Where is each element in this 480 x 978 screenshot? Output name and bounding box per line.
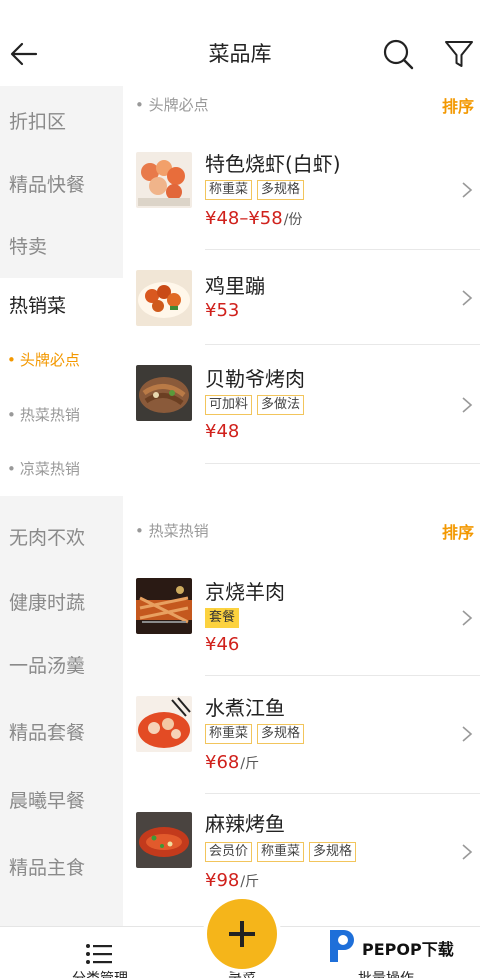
price-unit: /份 — [283, 212, 303, 228]
sidebar-item-fast-meal[interactable]: 精品快餐 — [0, 154, 123, 216]
sidebar-sub-hot-dishes[interactable]: • 热菜热销 — [0, 388, 123, 442]
tag-badge: 称重菜 — [257, 842, 305, 862]
dish-tags: 可加料 多做法 — [205, 395, 305, 415]
tag-badge: 会员价 — [205, 842, 253, 862]
price-unit: /斤 — [240, 874, 260, 890]
dish-row[interactable]: 贝勒爷烤肉 可加料 多做法 ¥48 — [123, 345, 480, 464]
tag-badge: 称重菜 — [205, 724, 253, 744]
tag-badge: 多规格 — [257, 724, 305, 744]
dish-price: ¥53 — [205, 300, 239, 321]
price-value: ¥48 — [205, 421, 240, 442]
plus-icon-vertical — [240, 921, 244, 947]
watermark-text: PEPOP下载 — [362, 940, 454, 959]
header: 菜品库 — [0, 0, 480, 86]
price-unit: /斤 — [240, 756, 260, 772]
bullet-dot: • — [7, 351, 16, 369]
price-value: ¥53 — [205, 300, 240, 321]
tag-badge: 可加料 — [205, 395, 253, 415]
list-icon[interactable] — [86, 943, 112, 965]
tag-badge: 套餐 — [205, 608, 240, 628]
chevron-right-icon — [462, 397, 473, 413]
watermark-logo-icon — [330, 930, 354, 962]
chevron-right-icon — [462, 290, 473, 306]
dish-list: • 头牌必点 排序 特色烧虾(白虾) 称重菜 多规格 ¥48–¥58/份 鸡里蹦… — [123, 86, 480, 926]
chevron-right-icon — [462, 610, 473, 626]
price-value: ¥98 — [205, 870, 240, 891]
dish-name: 鸡里蹦 — [205, 274, 265, 298]
batch-operation-button[interactable]: 批量操作 — [358, 968, 414, 978]
dish-name: 特色烧虾(白虾) — [205, 152, 341, 176]
sidebar-item-breakfast[interactable]: 晨曦早餐 — [0, 768, 123, 834]
divider — [205, 463, 480, 464]
dish-tags: 称重菜 多规格 — [205, 724, 305, 744]
bullet-dot: • — [7, 460, 16, 478]
dish-tags: 会员价 称重菜 多规格 — [205, 842, 357, 862]
dish-row[interactable]: 麻辣烤鱼 会员价 称重菜 多规格 ¥98/斤 — [123, 794, 480, 912]
dish-photo — [136, 696, 192, 752]
section-header: • 头牌必点 排序 — [123, 86, 480, 122]
dish-row[interactable]: 水煮江鱼 称重菜 多规格 ¥68/斤 — [123, 676, 480, 794]
dish-row[interactable]: 鸡里蹦 ¥53 — [123, 250, 480, 345]
dish-tags: 套餐 — [205, 608, 240, 628]
sidebar-sub-label: 头牌必点 — [19, 351, 80, 369]
sidebar-item-special-sale[interactable]: 特卖 — [0, 216, 123, 278]
add-dish-button[interactable] — [207, 899, 277, 969]
category-sidebar: 折扣区 精品快餐 特卖 热销菜 • 头牌必点 • 热菜热销 • 凉菜热销 无肉不欢 健… — [0, 86, 123, 926]
sidebar-item-soup[interactable]: 一品汤羹 — [0, 633, 123, 699]
chevron-right-icon — [462, 182, 473, 198]
section-title: • 头牌必点 — [135, 96, 209, 114]
add-dish-label[interactable]: 录菜 — [228, 968, 256, 978]
sidebar-sub-cold-dishes[interactable]: • 凉菜热销 — [0, 442, 123, 496]
sidebar-item-discount[interactable]: 折扣区 — [0, 86, 123, 154]
dish-name: 贝勒爷烤肉 — [205, 367, 305, 391]
filter-icon[interactable] — [443, 38, 475, 70]
sidebar-item-set-meal[interactable]: 精品套餐 — [0, 700, 123, 766]
sidebar-sub-signature[interactable]: • 头牌必点 — [0, 334, 123, 388]
dish-name: 京烧羊肉 — [205, 580, 285, 604]
sidebar-sub-label: 凉菜热销 — [19, 460, 80, 478]
tag-badge: 多规格 — [309, 842, 357, 862]
dish-price: ¥68/斤 — [205, 752, 259, 773]
dish-tags: 称重菜 多规格 — [205, 180, 305, 200]
sort-button[interactable]: 排序 — [442, 519, 474, 543]
dish-photo — [136, 578, 192, 634]
price-value: ¥48–¥58 — [205, 208, 283, 229]
dish-price: ¥46 — [205, 634, 239, 655]
dish-photo — [136, 152, 192, 208]
sidebar-item-hot-sales[interactable]: 热销菜 — [0, 278, 123, 334]
dish-price: ¥48 — [205, 421, 239, 442]
section-title: • 热菜热销 — [135, 522, 209, 540]
sidebar-item-staple[interactable]: 精品主食 — [0, 835, 123, 901]
chevron-right-icon — [462, 726, 473, 742]
dish-row[interactable]: 特色烧虾(白虾) 称重菜 多规格 ¥48–¥58/份 — [123, 132, 480, 250]
dish-price: ¥98/斤 — [205, 870, 259, 891]
dish-name: 麻辣烤鱼 — [205, 812, 285, 836]
tag-badge: 多做法 — [257, 395, 305, 415]
dish-price: ¥48–¥58/份 — [205, 208, 302, 229]
sidebar-sub-label: 热菜热销 — [19, 406, 80, 424]
category-manage-button[interactable]: 分类管理 — [72, 968, 128, 978]
price-value: ¥46 — [205, 634, 240, 655]
sort-button[interactable]: 排序 — [442, 93, 474, 117]
dish-photo — [136, 365, 192, 421]
dish-name: 水煮江鱼 — [205, 696, 285, 720]
sidebar-item-vegetables[interactable]: 健康时蔬 — [0, 570, 123, 636]
search-icon[interactable] — [382, 38, 414, 70]
price-value: ¥68 — [205, 752, 240, 773]
dish-photo — [136, 812, 192, 868]
tag-badge: 称重菜 — [205, 180, 253, 200]
dish-photo — [136, 270, 192, 326]
section-header: • 热菜热销 排序 — [123, 512, 480, 548]
bullet-dot: • — [7, 406, 16, 424]
chevron-right-icon — [462, 844, 473, 860]
dish-row[interactable]: 京烧羊肉 套餐 ¥46 — [123, 560, 480, 676]
tag-badge: 多规格 — [257, 180, 305, 200]
sidebar-item-meat[interactable]: 无肉不欢 — [0, 504, 123, 572]
